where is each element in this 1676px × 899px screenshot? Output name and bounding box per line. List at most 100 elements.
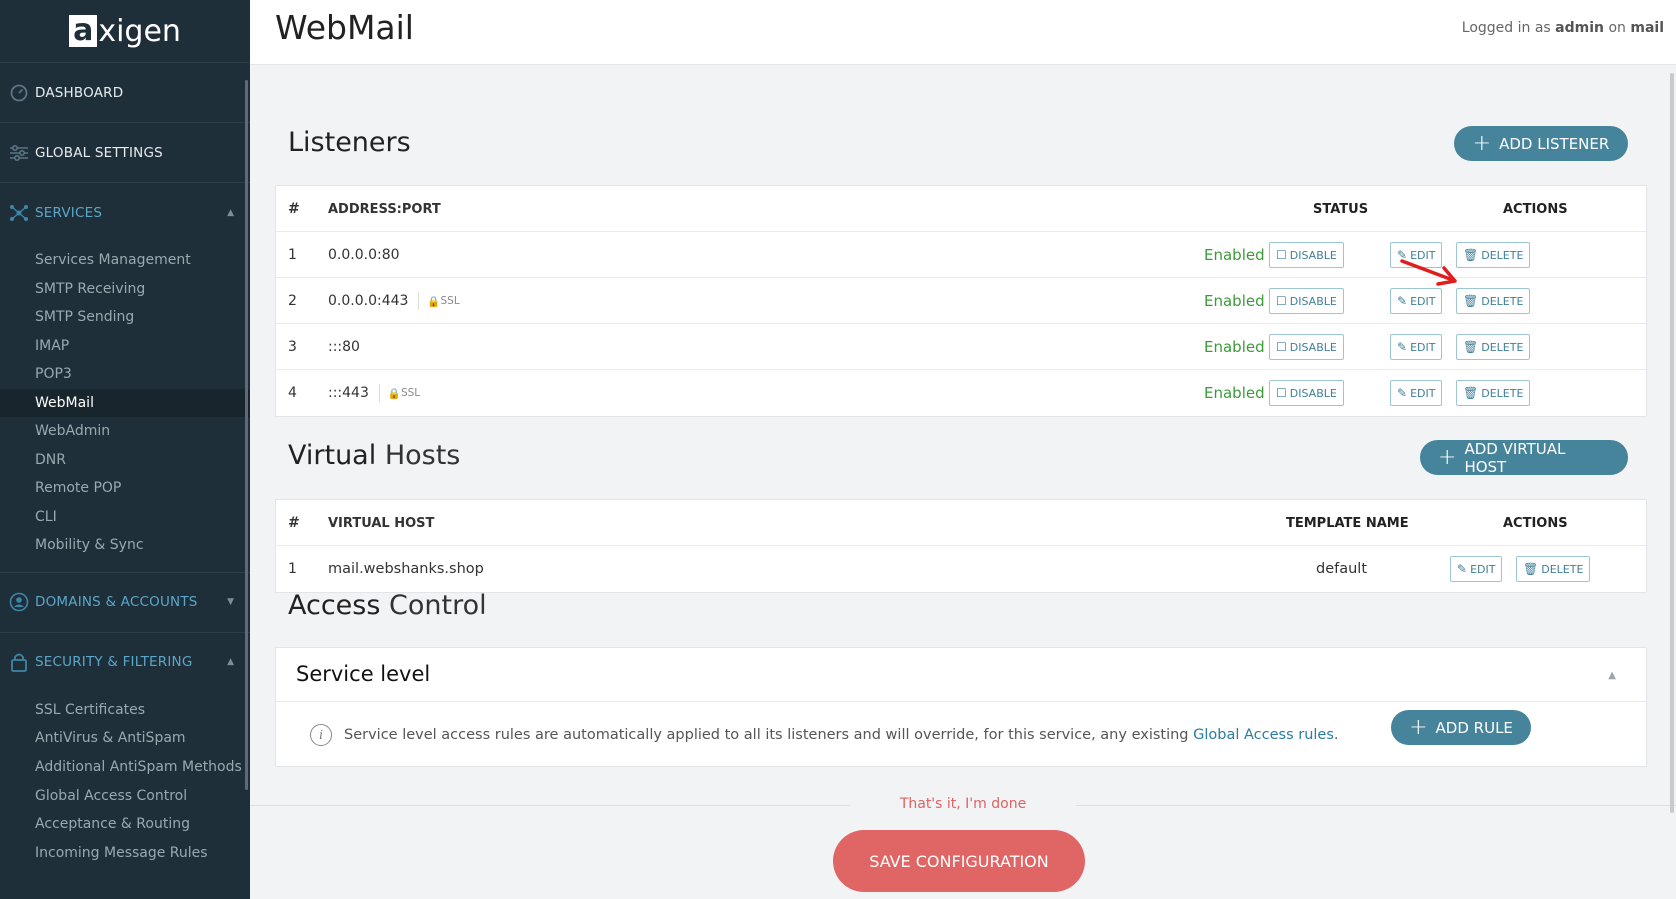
nav-global-settings-label: GLOBAL SETTINGS [35, 144, 163, 161]
pencil-icon: ✎ [1457, 562, 1468, 576]
nav-security-filtering[interactable]: SECURITY & FILTERING ▲ [0, 631, 250, 692]
network-icon [8, 202, 30, 224]
sidebar-item-webadmin[interactable]: WebAdmin [0, 417, 250, 446]
global-access-rules-link[interactable]: Global Access rules [1193, 727, 1334, 743]
sidebar-item-imap[interactable]: IMAP [0, 332, 250, 361]
nav-global-settings[interactable]: GLOBAL SETTINGS [0, 122, 250, 182]
col-status: STATUS [1313, 201, 1369, 217]
service-level-header[interactable]: Service level ▲ [276, 648, 1646, 702]
col-num: # [288, 515, 300, 531]
delete-button[interactable]: 🗑 DELETE [1456, 242, 1531, 268]
sidebar-item-incoming-message-rules[interactable]: Incoming Message Rules [0, 839, 250, 868]
sliders-icon [8, 142, 30, 164]
sidebar-item-acceptance-routing[interactable]: Acceptance & Routing [0, 810, 250, 839]
table-row: 1 mail.webshanks.shop default ✎ EDIT 🗑 DEL… [276, 546, 1646, 592]
delete-label: DELETE [1481, 294, 1524, 308]
disable-button[interactable]: ☐ DISABLE [1269, 242, 1344, 268]
status-text: Enabled [1204, 292, 1265, 310]
edit-label: EDIT [1410, 340, 1436, 354]
sidebar-item-services-management[interactable]: Services Management [0, 246, 250, 275]
nav-domains-accounts[interactable]: DOMAINS & ACCOUNTS ▼ [0, 571, 250, 632]
plus-icon: + [1438, 444, 1457, 470]
lock-icon: 🔒 [387, 387, 401, 400]
sidebar-item-ssl-certificates[interactable]: SSL Certificates [0, 696, 250, 725]
main-scrollbar[interactable] [1666, 65, 1676, 899]
address-port-value: 0.0.0.0:80 [328, 247, 400, 263]
chevron-up-icon[interactable]: ▲ [1608, 670, 1616, 681]
row-num: 1 [288, 247, 297, 263]
add-rule-label: ADD RULE [1435, 718, 1513, 737]
add-rule-button[interactable]: + ADD RULE [1391, 710, 1531, 745]
trash-icon: 🗑 [1463, 294, 1479, 308]
sidebar-item-webmail[interactable]: WebMail [0, 388, 250, 417]
info-text: Service level access rules are automatic… [344, 727, 1189, 743]
edit-button[interactable]: ✎ EDIT [1390, 380, 1443, 406]
login-mid: on [1608, 20, 1626, 36]
disable-label: DISABLE [1289, 340, 1337, 354]
trash-icon: 🗑 [1463, 386, 1479, 400]
add-listener-button[interactable]: + ADD LISTENER [1454, 126, 1628, 161]
delete-label: DELETE [1481, 386, 1524, 400]
axigen-logo[interactable]: a xigen [0, 0, 250, 62]
nav-services[interactable]: SERVICES ▲ [0, 182, 250, 242]
edit-label: EDIT [1410, 386, 1436, 400]
delete-button[interactable]: 🗑 DELETE [1456, 334, 1531, 360]
disable-button[interactable]: ☐ DISABLE [1269, 288, 1344, 314]
nav-dashboard-label: DASHBOARD [35, 84, 124, 101]
service-level-info: i Service level access rules are automat… [310, 724, 1339, 746]
sidebar-item-mobility-sync[interactable]: Mobility & Sync [0, 531, 250, 560]
chevron-down-icon: ▼ [227, 597, 234, 607]
sidebar-item-global-access-control[interactable]: Global Access Control [0, 782, 250, 811]
address-port-value: 0.0.0.0:443 [328, 293, 409, 309]
disable-button[interactable]: ☐ DISABLE [1269, 380, 1344, 406]
scrollbar-thumb[interactable] [1670, 73, 1674, 813]
delete-button[interactable]: 🗑 DELETE [1516, 556, 1591, 582]
gauge-icon [8, 82, 30, 104]
row-num: 4 [288, 385, 297, 401]
info-end: . [1333, 727, 1339, 743]
address-port: 0.0.0.0:80 [328, 232, 400, 278]
address-port: :::443 🔒 SSL [328, 370, 420, 416]
delete-button[interactable]: 🗑 DELETE [1456, 288, 1531, 314]
sidebar-scrollbar[interactable] [245, 80, 248, 790]
login-host: mail [1630, 20, 1664, 36]
done-text: That's it, I'm done [850, 796, 1076, 812]
status-text: Enabled [1204, 384, 1265, 402]
annotation-arrow-icon [1400, 259, 1457, 286]
sidebar-item-remote-pop[interactable]: Remote POP [0, 474, 250, 503]
access-control-title-b: Control [389, 590, 487, 621]
disable-label: DISABLE [1289, 386, 1337, 400]
col-address-port: ADDRESS:PORT [328, 201, 441, 217]
disable-label: DISABLE [1289, 248, 1337, 262]
edit-button[interactable]: ✎ EDIT [1450, 556, 1503, 582]
sidebar-item-smtp-receiving[interactable]: SMTP Receiving [0, 275, 250, 304]
sidebar-item-pop3[interactable]: POP3 [0, 360, 250, 389]
sidebar-item-additional-antispam-methods[interactable]: Additional AntiSpam Methods [0, 753, 250, 782]
chevron-up-icon: ▲ [227, 207, 234, 218]
login-user[interactable]: admin [1555, 20, 1604, 36]
sidebar-item-cli[interactable]: CLI [0, 503, 250, 532]
status-text: Enabled [1204, 246, 1265, 264]
nav-dashboard[interactable]: DASHBOARD [0, 62, 250, 122]
page-title: WebMail [275, 8, 414, 47]
row-num: 2 [288, 293, 297, 309]
sidebar-item-antivirus-antispam[interactable]: AntiVirus & AntiSpam [0, 724, 250, 753]
save-configuration-button[interactable]: SAVE CONFIGURATION [833, 830, 1085, 892]
edit-button[interactable]: ✎ EDIT [1390, 288, 1443, 314]
services-submenu: Services Management SMTP Receiving SMTP Se… [0, 242, 250, 572]
row-num: 1 [288, 561, 297, 577]
delete-button[interactable]: 🗑 DELETE [1456, 380, 1531, 406]
sidebar-item-smtp-sending[interactable]: SMTP Sending [0, 303, 250, 332]
ssl-badge: 🔒 SSL [378, 384, 420, 402]
disable-button[interactable]: ☐ DISABLE [1269, 334, 1344, 360]
sidebar-item-dnr[interactable]: DNR [0, 446, 250, 475]
ssl-label: SSL [440, 295, 460, 307]
table-row: 4:::443 🔒 SSL Enabled ☐ DISABLE ✎ EDIT 🗑 DELETE [276, 370, 1646, 416]
login-info: Logged in as admin on mail [1462, 20, 1664, 36]
access-control-title-a: Access [288, 590, 381, 621]
user-circle-icon [8, 591, 30, 613]
virtual-hosts-table: # VIRTUAL HOST TEMPLATE NAME ACTIONS 1 m… [275, 499, 1647, 593]
add-virtual-host-button[interactable]: + ADD VIRTUAL HOST [1420, 440, 1628, 476]
edit-button[interactable]: ✎ EDIT [1390, 334, 1443, 360]
ssl-badge: 🔒 SSL [418, 292, 460, 310]
